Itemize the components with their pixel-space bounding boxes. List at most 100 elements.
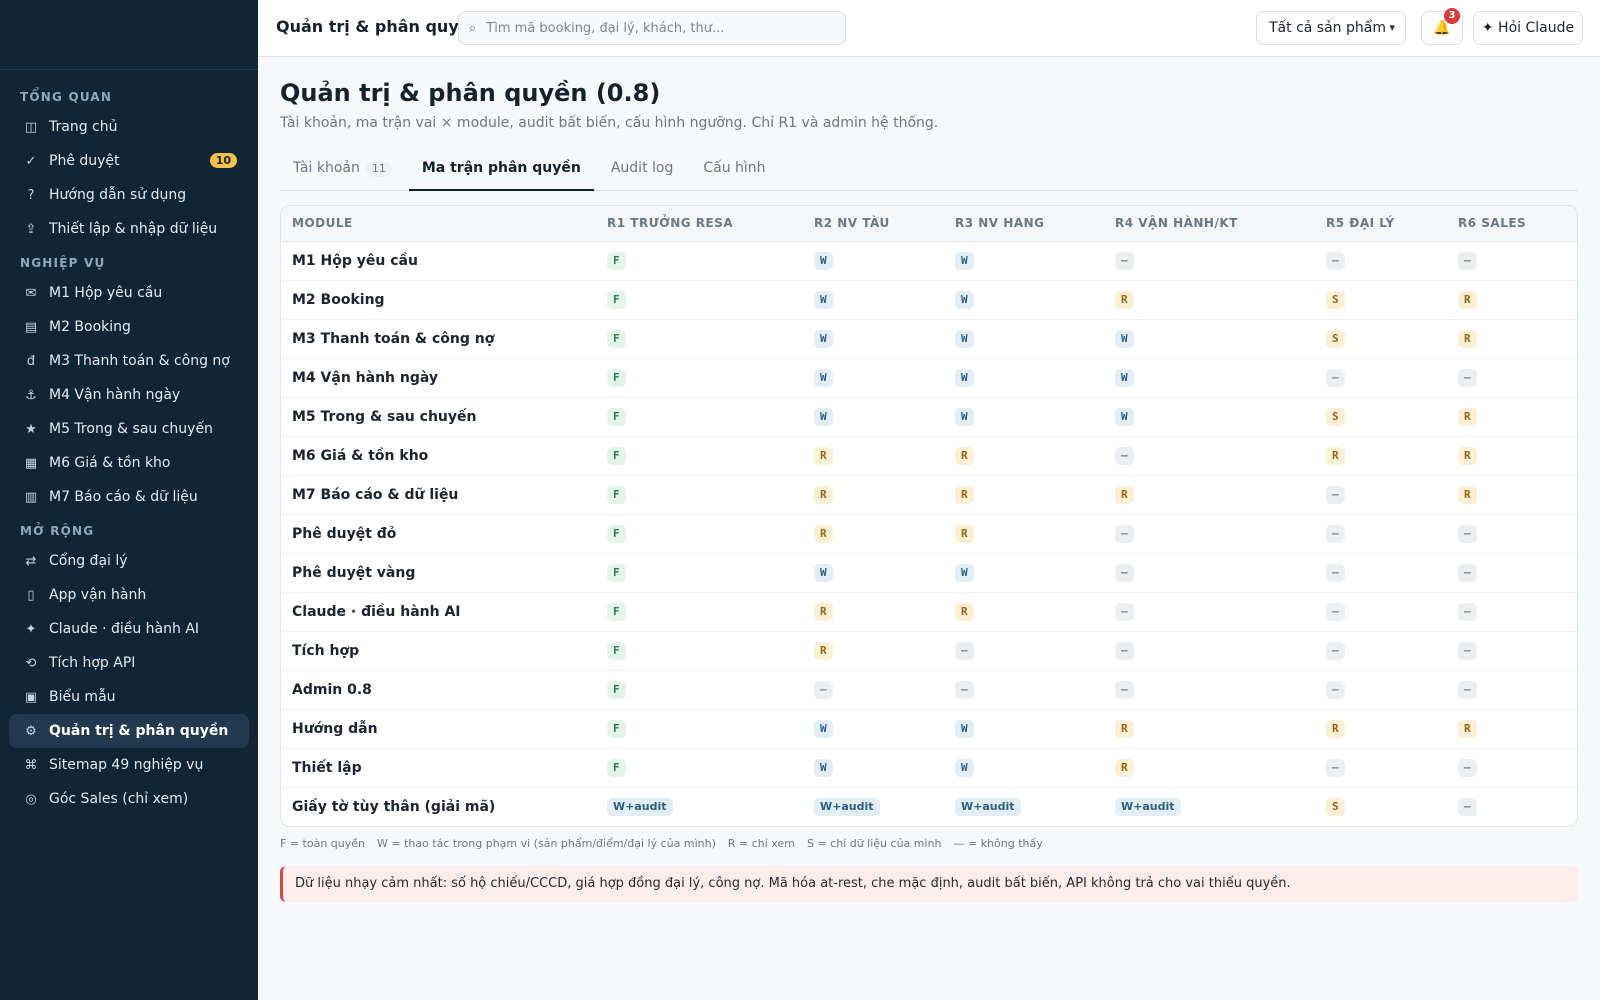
permission-chip: F [607,524,626,543]
search-icon: ⌕ [469,20,477,36]
chevron-down-icon: ▾ [1389,21,1395,34]
permission-chip: W+audit [814,797,880,816]
search-box[interactable]: ⌕ [458,11,846,45]
column-header-r4-van-hanh-kt: R4 VẬN HÀNH/KT [1104,206,1315,242]
table-body: M1 Hộp yêu cầu F W W — — — M2 Booking F W W R S R M3 T… [281,241,1577,826]
permission-cell: F [596,474,803,514]
permission-chip: S [1326,407,1345,426]
sidebar-item-tich-hop-api[interactable]: ⟲ Tích hợp API [9,646,249,680]
table-row: Phê duyệt vàng F W W — — — [281,552,1577,592]
permission-cell: R [803,630,944,670]
table-row: M7 Báo cáo & dữ liệu F R R R — R [281,474,1577,514]
permission-cell: F [596,279,803,319]
sidebar-section-label: TỔNG QUAN [20,90,113,104]
permission-cell: S [1315,318,1447,358]
tab-ma-tran-phan-quyen[interactable]: Ma trận phân quyền [408,149,594,191]
permission-chip: — [1458,368,1477,387]
sidebar-item-label: Thiết lập & nhập dữ liệu [49,221,218,237]
permission-chip: R [1458,407,1477,426]
permission-cell: R [1104,474,1315,514]
sidebar-item-m4-van-hanh-ngay[interactable]: ⚓ M4 Vận hành ngày [9,378,249,412]
module-name: M2 Booking [281,279,596,319]
sidebar-item-m1-hop-yeu-cau[interactable]: ✉ M1 Hộp yêu cầu [9,276,249,310]
column-header-r6-sales: R6 SALES [1447,206,1577,242]
tab-tai-khoan[interactable]: Tài khoản 11 [280,149,405,191]
permission-cell: — [1315,241,1447,280]
sidebar-item-label: M7 Báo cáo & dữ liệu [49,489,198,505]
tab-cau-hinh[interactable]: Cấu hình [690,149,778,191]
permission-chip: F [607,290,626,309]
permission-chip: W [1115,407,1134,426]
permission-cell: R [944,513,1104,553]
sidebar-item-m6-gia-ton-kho[interactable]: ▦ M6 Giá & tồn kho [9,446,249,480]
permission-chip: F [607,251,626,270]
sidebar-item-goc-sales-chi-xem[interactable]: ◎ Góc Sales (chỉ xem) [9,782,249,816]
permission-cell: R [1447,396,1577,436]
sidebar-item-sitemap-49-nghiep-vu[interactable]: ⌘ Sitemap 49 nghiệp vụ [9,748,249,782]
legend-item: S = chỉ dữ liệu của mình [806,837,942,850]
permission-chip: — [1326,485,1345,504]
sidebar-item-icon: ▥ [24,489,38,505]
sidebar-item-icon: ⟲ [25,655,37,671]
permission-cell: W [803,357,944,397]
tab-audit-log[interactable]: Audit log [598,149,687,191]
permission-cell: W [803,241,944,280]
notifications-button[interactable]: 🔔 3 [1421,8,1463,45]
permission-chip: F [607,329,626,348]
permission-chip: R [814,524,833,543]
permission-chip: S [1326,797,1345,816]
sidebar-item-icon: ▯ [27,587,35,603]
sidebar-item-claude-dieu-hanh-ai[interactable]: ✦ Claude · điều hành AI [9,612,249,646]
column-header-r1-truong-resa: R1 TRƯỞNG RESA [596,206,803,242]
sidebar-item-trang-chu[interactable]: ◫ Trang chủ [9,110,249,144]
sidebar-item-phe-duyet[interactable]: ✓ Phê duyệt 10 [9,144,249,178]
permission-cell: — [1447,513,1577,553]
permission-chip: — [1326,524,1345,543]
sidebar-item-huong-dan-su-dung[interactable]: ? Hướng dẫn sử dụng [9,178,249,212]
permission-cell: W [1104,318,1315,358]
permission-chip: R [1115,758,1134,777]
permission-cell: W [803,396,944,436]
permission-cell: — [1447,786,1577,826]
topbar: Quản trị & phân quyền ⌕ Tất cả sản phẩm … [258,0,1600,57]
sidebar-item-app-van-hanh[interactable]: ▯ App vận hành [9,578,249,612]
sidebar-item-m3-thanh-toan-cong-no[interactable]: đ M3 Thanh toán & công nợ [9,344,249,378]
ask-claude-button[interactable]: ✦ Hỏi Claude [1473,11,1583,45]
sidebar-item-m7-bao-cao-du-lieu[interactable]: ▥ M7 Báo cáo & dữ liệu [9,480,249,514]
permission-matrix: MODULE R1 TRƯỞNG RESA R2 NV TÀU R3 NV HANG R… [280,205,1578,827]
sidebar-item-bieu-mau[interactable]: ▣ Biểu mẫu [9,680,249,714]
permission-chip: — [1326,602,1345,621]
permission-chip: W [814,329,833,348]
search-input[interactable] [486,20,827,36]
permission-chip: W [955,251,974,270]
permission-chip: — [1458,602,1477,621]
permission-chip: W [814,368,833,387]
permission-cell: W [944,396,1104,436]
permission-cell: — [1315,591,1447,631]
table-row: Phê duyệt đỏ F R R — — — [281,513,1577,553]
permission-cell: R [944,435,1104,475]
permission-chip: R [955,446,974,465]
sidebar-item-m2-booking[interactable]: ▤ M2 Booking [9,310,249,344]
sidebar-item-m5-trong-sau-chuyen[interactable]: ★ M5 Trong & sau chuyến [9,412,249,446]
sidebar-item-cong-dai-ly[interactable]: ⇄ Cổng đại lý [9,544,249,578]
permission-cell: W+audit [944,786,1104,826]
table-row: Admin 0.8 F — — — — — [281,669,1577,709]
permission-chip: W [955,563,974,582]
permission-cell: — [1104,241,1315,280]
sidebar-item-thiet-lap-nhap-du-lieu[interactable]: ⇪ Thiết lập & nhập dữ liệu [9,212,249,246]
permission-chip: — [1326,758,1345,777]
product-select[interactable]: Tất cả sản phẩm ▾ [1256,11,1406,45]
module-name: Hướng dẫn [281,708,596,748]
tab-bar: Tài khoản 11 Ma trận phân quyền Audit log Cấ… [280,149,1578,191]
permission-cell: — [1315,552,1447,592]
permission-cell: W+audit [596,786,803,826]
permission-chip: W+audit [955,797,1021,816]
permission-chip: F [607,407,626,426]
permission-chip: R [1458,290,1477,309]
permission-chip: — [1458,641,1477,660]
permission-cell: F [596,708,803,748]
sidebar-item-quan-tri-phan-quyen[interactable]: ⚙ Quản trị & phân quyền [9,714,249,748]
sidebar-item-icon: ✦ [25,621,37,637]
permission-cell: W [1104,396,1315,436]
